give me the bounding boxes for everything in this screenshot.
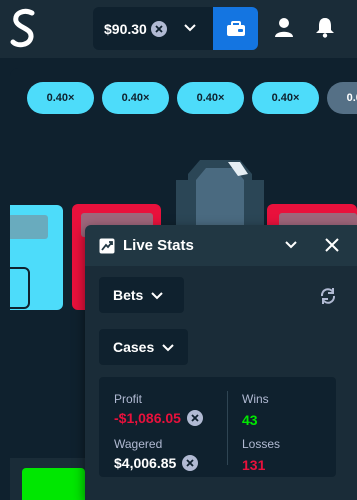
stats-summary: Profit -$1,086.05 Wagered $4,006.85 Wins… (99, 377, 336, 477)
bet-button[interactable] (22, 468, 85, 500)
live-stats-title: Live Stats (123, 237, 194, 254)
chevron-down-icon[interactable] (284, 238, 298, 252)
profit-value-row: -$1,086.05 (114, 410, 203, 426)
wallet-icon (226, 20, 245, 36)
multiplier-chip: 0.40× (102, 82, 169, 114)
cases-dropdown[interactable]: Cases (99, 329, 188, 365)
wagered-value-row: $4,006.85 (114, 455, 199, 471)
balance-amount: $90.30 (104, 20, 147, 37)
close-icon[interactable] (325, 238, 339, 252)
chevron-down-icon (162, 344, 174, 352)
divider (227, 391, 228, 465)
chevron-down-icon (151, 292, 164, 300)
losses-value: 131 (242, 457, 266, 473)
live-stats-panel: Live Stats Bets Cases Profit -$1,086.05 (85, 225, 357, 500)
user-icon[interactable] (274, 17, 294, 37)
cases-dropdown-label: Cases (113, 339, 155, 355)
wins-value: 43 (242, 412, 258, 428)
wins-label: Wins (242, 392, 269, 406)
live-stats-body: Bets Cases Profit -$1,086.05 Wagered $4,… (85, 266, 357, 500)
multiplier-chip: 0.40× (27, 82, 94, 114)
balance-display[interactable]: $90.30 (93, 7, 213, 50)
losses-label: Losses (242, 437, 281, 451)
profit-value: -$1,086.05 (114, 410, 181, 426)
multiplier-chip: 0.40× (177, 82, 244, 114)
currency-icon (150, 20, 167, 37)
currency-icon (186, 410, 203, 426)
site-logo[interactable] (10, 7, 38, 51)
currency-icon (182, 455, 199, 471)
top-bar: $90.30 (0, 0, 357, 58)
chart-icon (99, 238, 115, 253)
multiplier-chip: 0.00× (327, 82, 357, 114)
live-stats-header[interactable]: Live Stats (85, 225, 357, 266)
bets-dropdown[interactable]: Bets (99, 277, 184, 313)
tile-revealed-blue[interactable] (10, 267, 30, 309)
bell-icon[interactable] (315, 16, 335, 38)
multiplier-chip: 0.40× (252, 82, 319, 114)
wagered-label: Wagered (114, 437, 163, 451)
wallet-button[interactable] (213, 7, 258, 50)
refresh-icon[interactable] (319, 287, 337, 305)
wagered-value: $4,006.85 (114, 455, 177, 471)
profit-label: Profit (114, 392, 143, 406)
multiplier-row: 0.40× 0.40× 0.40× 0.40× 0.00× (27, 82, 357, 114)
bets-dropdown-label: Bets (113, 287, 144, 303)
chevron-down-icon[interactable] (183, 21, 197, 35)
